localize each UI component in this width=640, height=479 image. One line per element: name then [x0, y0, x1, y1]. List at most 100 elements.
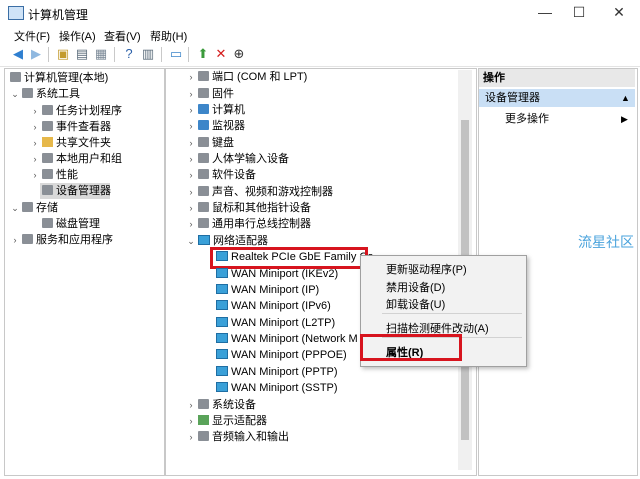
tree-item-task-scheduler[interactable]: › 任务计划程序: [30, 103, 122, 119]
toolbar-divider: [48, 47, 49, 62]
device-category-system[interactable]: › 系统设备: [186, 397, 256, 413]
device-label: 人体学输入设备: [212, 153, 289, 165]
tree-item-event-viewer[interactable]: › 事件查看器: [30, 119, 111, 135]
tree-item-device-manager[interactable]: 设备管理器: [40, 183, 111, 199]
device-category-usb[interactable]: › 通用串行总线控制器: [186, 216, 311, 232]
device-category-audio-io[interactable]: › 音频输入和输出: [186, 429, 289, 445]
menu-help[interactable]: 帮助(H): [150, 28, 187, 44]
device-manager-icon: [42, 185, 53, 195]
show-hide-tree-icon[interactable]: ▤: [74, 46, 90, 62]
menu-separator: [382, 313, 522, 314]
device-label: 音频输入和输出: [212, 431, 289, 443]
system-device-icon: [198, 399, 209, 409]
tree-item-local-users[interactable]: › 本地用户和组: [30, 151, 122, 167]
event-viewer-icon: [42, 121, 53, 131]
chevron-right-icon[interactable]: ›: [186, 184, 196, 200]
up-icon[interactable]: ▣: [55, 46, 71, 62]
chevron-right-icon[interactable]: ›: [186, 118, 196, 134]
chevron-right-icon[interactable]: ›: [30, 135, 40, 151]
device-item-wan-pptp[interactable]: WAN Miniport (PPTP): [214, 364, 338, 380]
menu-view[interactable]: 查看(V): [104, 28, 141, 44]
tree-item-performance[interactable]: › 性能: [30, 167, 78, 183]
menu-action[interactable]: 操作(A): [59, 28, 96, 44]
chevron-right-icon[interactable]: ›: [10, 232, 20, 248]
usb-icon: [198, 218, 209, 228]
chevron-right-icon[interactable]: ›: [186, 429, 196, 445]
device-category-monitors[interactable]: › 监视器: [186, 118, 245, 134]
properties-pane-icon[interactable]: ▥: [140, 46, 156, 62]
chevron-right-icon[interactable]: ›: [186, 102, 196, 118]
back-icon[interactable]: ◀: [10, 46, 26, 62]
chevron-right-icon[interactable]: ›: [186, 151, 196, 167]
chevron-down-icon[interactable]: ⌄: [10, 200, 20, 216]
network-adapter-icon: [216, 268, 228, 278]
chevron-right-icon[interactable]: ›: [186, 86, 196, 102]
device-category-firmware[interactable]: › 固件: [186, 86, 234, 102]
computer-icon: [10, 72, 21, 82]
chevron-right-icon[interactable]: ›: [30, 119, 40, 135]
device-label: 鼠标和其他指针设备: [212, 202, 311, 214]
device-label: 系统设备: [212, 399, 256, 411]
device-category-display[interactable]: › 显示适配器: [186, 413, 267, 429]
chevron-right-icon[interactable]: ›: [186, 200, 196, 216]
chevron-right-icon[interactable]: ›: [186, 167, 196, 183]
close-button[interactable]: ✕: [600, 0, 638, 26]
tree-root[interactable]: 计算机管理(本地): [8, 70, 108, 86]
forward-icon[interactable]: ▶: [28, 46, 44, 62]
chevron-down-icon[interactable]: ⌄: [186, 233, 196, 249]
console-icon[interactable]: ▦: [93, 46, 109, 62]
chevron-right-icon[interactable]: ›: [30, 151, 40, 167]
chevron-right-icon[interactable]: ›: [186, 397, 196, 413]
maximize-button[interactable]: ☐: [560, 0, 598, 26]
monitor-icon[interactable]: ▭: [168, 46, 184, 62]
keyboard-icon: [198, 137, 209, 147]
tree-item-disk-management[interactable]: 磁盘管理: [40, 216, 100, 232]
device-category-hid[interactable]: › 人体学输入设备: [186, 151, 289, 167]
chevron-right-icon[interactable]: ›: [186, 413, 196, 429]
tree-label: 存储: [36, 202, 58, 214]
actions-header: 操作: [479, 69, 635, 87]
device-item-wan-l2tp[interactable]: WAN Miniport (L2TP): [214, 315, 335, 331]
menu-file[interactable]: 文件(F): [14, 28, 50, 44]
chevron-right-icon[interactable]: ›: [186, 69, 196, 85]
chevron-up-icon[interactable]: ▲: [621, 89, 630, 107]
device-label: WAN Miniport (PPTP): [231, 366, 338, 378]
device-category-software[interactable]: › 软件设备: [186, 167, 256, 183]
actions-device-manager[interactable]: 设备管理器 ▲: [479, 89, 635, 107]
device-item-wan-sstp[interactable]: WAN Miniport (SSTP): [214, 380, 338, 396]
device-category-ports[interactable]: › 端口 (COM 和 LPT): [186, 69, 307, 85]
chevron-right-icon[interactable]: ›: [30, 103, 40, 119]
device-category-keyboards[interactable]: › 键盘: [186, 135, 234, 151]
tree-label: 性能: [56, 169, 78, 181]
help-icon[interactable]: ?: [121, 46, 137, 62]
device-item-wan-network-monitor[interactable]: WAN Miniport (Network M: [214, 331, 358, 347]
chevron-down-icon[interactable]: ⌄: [10, 86, 20, 102]
tree-item-storage[interactable]: ⌄ 存储: [10, 200, 58, 216]
device-label: 软件设备: [212, 169, 256, 181]
uninstall-icon[interactable]: ✕: [213, 46, 229, 62]
device-item-wan-ip[interactable]: WAN Miniport (IP): [214, 282, 319, 298]
device-label: 监视器: [212, 120, 245, 132]
download-icon[interactable]: ⊕: [231, 46, 247, 62]
menu-disable-device[interactable]: 禁用设备(D): [386, 279, 445, 295]
minimize-button[interactable]: —: [526, 0, 564, 26]
device-item-wan-ikev2[interactable]: WAN Miniport (IKEv2): [214, 266, 338, 282]
menu-uninstall-device[interactable]: 卸载设备(U): [386, 296, 445, 312]
chevron-right-icon[interactable]: ›: [186, 135, 196, 151]
tree-item-system-tools[interactable]: ⌄ 系统工具: [10, 86, 80, 102]
software-device-icon: [198, 169, 209, 179]
chevron-right-icon[interactable]: ›: [186, 216, 196, 232]
tree-item-services[interactable]: › 服务和应用程序: [10, 232, 113, 248]
device-category-sound[interactable]: › 声音、视频和游戏控制器: [186, 184, 333, 200]
device-item-wan-ipv6[interactable]: WAN Miniport (IPv6): [214, 298, 331, 314]
actions-more[interactable]: 更多操作 ▶: [479, 110, 635, 128]
chevron-right-icon[interactable]: ›: [30, 167, 40, 183]
update-driver-icon[interactable]: ⬆: [195, 46, 211, 62]
computer-management-icon: [8, 6, 24, 20]
device-item-wan-pppoe[interactable]: WAN Miniport (PPPOE): [214, 347, 347, 363]
device-category-computer[interactable]: › 计算机: [186, 102, 245, 118]
device-category-mice[interactable]: › 鼠标和其他指针设备: [186, 200, 311, 216]
tree-item-shared-folders[interactable]: › 共享文件夹: [30, 135, 111, 151]
network-adapter-icon: [216, 333, 228, 343]
menu-update-driver[interactable]: 更新驱动程序(P): [386, 261, 467, 277]
